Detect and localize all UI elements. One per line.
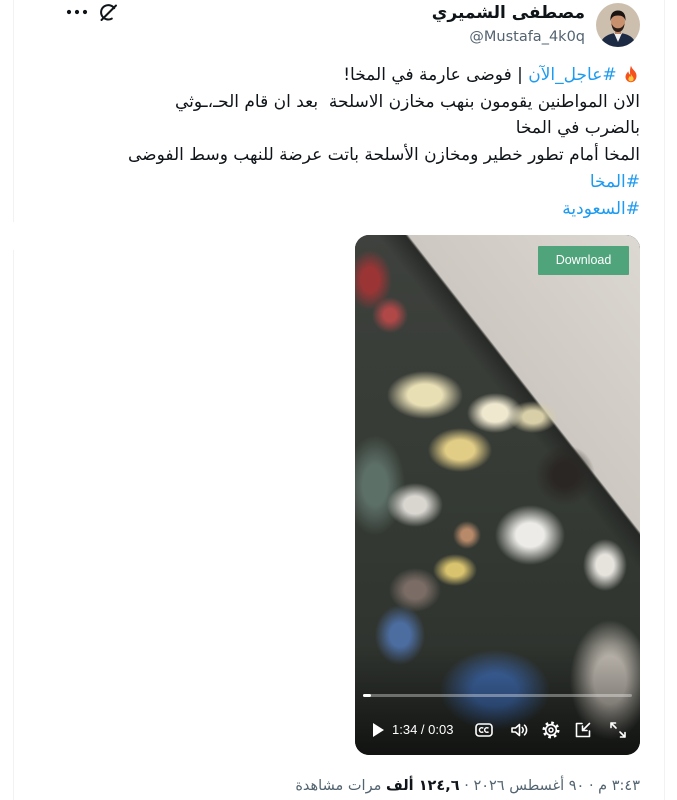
hashtag-link[interactable]: #السعودية: [562, 199, 640, 219]
video-time: 1:34 / 0:03: [392, 722, 454, 737]
progress-bar[interactable]: [363, 694, 632, 697]
tweet-meta: ٣:٤٣ م · ٩٠ أغسطس ٢٠٢٦ · ١٢٤,٦ ألف مرات …: [295, 776, 640, 796]
video-player[interactable]: Download 1:34 / 0:03: [355, 235, 640, 755]
avatar-image: [596, 3, 640, 47]
tweet-line-6: #السعودية: [40, 196, 640, 223]
settings-button[interactable]: [541, 720, 561, 740]
settings-icon: [542, 721, 560, 739]
views-label: مرات مشاهدة: [295, 778, 382, 794]
hashtag-link[interactable]: #عاجل_الآن: [528, 65, 616, 85]
progress-fill: [363, 694, 372, 697]
picture-in-picture-button[interactable]: [573, 720, 593, 740]
volume-icon: [511, 723, 528, 737]
play-icon: [373, 723, 384, 737]
author-name[interactable]: مصطفى الشميري: [432, 2, 585, 24]
tweet-line-3: بالضرب في المخا: [515, 118, 640, 139]
grok-button[interactable]: [98, 2, 119, 23]
more-options-button[interactable]: [65, 5, 89, 19]
avatar[interactable]: [596, 3, 640, 47]
hashtag-link[interactable]: #المخا: [590, 172, 640, 192]
tweet-line-2: الان المواطنين يقومون بنهب مخازن الاسلحة…: [174, 91, 640, 112]
captions-icon: [475, 723, 493, 737]
post-date[interactable]: ٩٠ أغسطس ٢٠٢٦: [473, 778, 584, 794]
author-handle[interactable]: @Mustafa_4k0q: [469, 27, 585, 47]
tweet-line-1: #عاجل_الآن | فوضى عارمة في المخا!: [40, 62, 640, 89]
more-icon: [66, 9, 88, 15]
fire-icon: [625, 65, 637, 83]
grok-icon: [100, 4, 117, 21]
captions-button[interactable]: [474, 720, 494, 740]
play-button[interactable]: [368, 720, 388, 740]
fullscreen-button[interactable]: [608, 720, 628, 740]
meta-separator: ·: [588, 778, 594, 794]
meta-separator: ·: [464, 778, 469, 794]
tweet-line-4: المخا أمام تطور خطير ومخازن الأسلحة باتت…: [128, 145, 640, 166]
tweet-headline-text: | فوضى عارمة في المخا!: [343, 65, 523, 85]
fullscreen-icon: [610, 722, 626, 738]
tweet-text: #عاجل_الآن | فوضى عارمة في المخا! الان ا…: [40, 62, 640, 222]
picture-in-picture-icon: [575, 722, 591, 738]
post-time[interactable]: ٣:٤٣ م: [598, 778, 640, 794]
column-divider-left: [13, 0, 14, 222]
view-count: ١٢٤,٦ ألف: [385, 778, 460, 794]
tweet-line-5: #المخا: [40, 169, 640, 196]
column-divider-right: [664, 0, 665, 800]
download-button[interactable]: Download: [538, 246, 629, 275]
column-divider-left: [13, 250, 14, 800]
volume-button[interactable]: [509, 720, 529, 740]
